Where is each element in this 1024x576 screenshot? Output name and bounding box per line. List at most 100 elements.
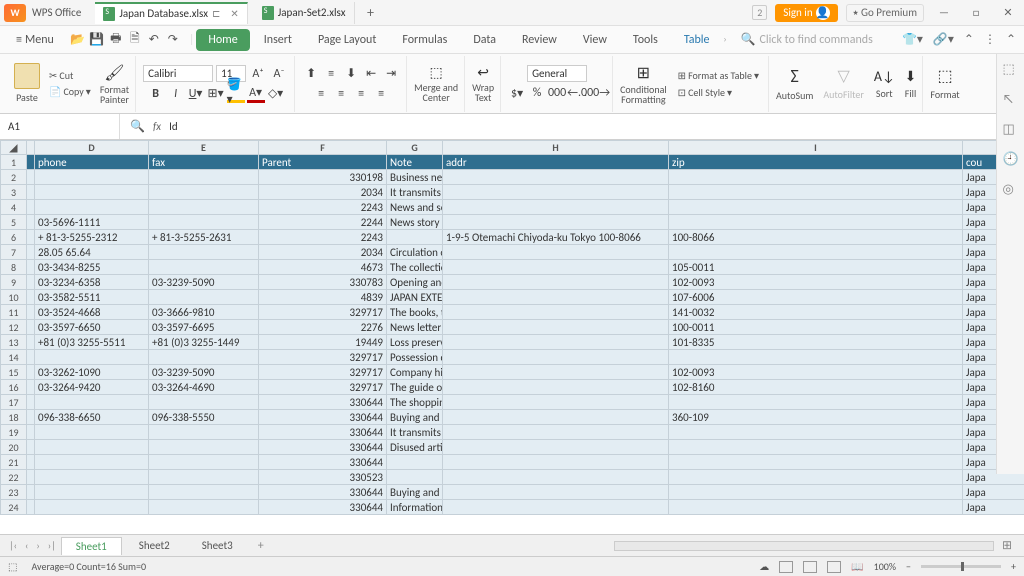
add-tab-button[interactable]: + <box>361 4 381 21</box>
print-icon[interactable]: 🖶 <box>108 32 124 48</box>
cell[interactable] <box>35 470 149 485</box>
cell[interactable]: 03-3597-6695 <box>149 320 259 335</box>
decrease-font-icon[interactable]: A⁻ <box>270 65 288 83</box>
cell[interactable] <box>443 290 669 305</box>
cell[interactable] <box>669 245 963 260</box>
cell[interactable]: Disused article recycling bulletin board… <box>387 440 443 455</box>
fill-icon[interactable]: ⬇ <box>905 68 917 85</box>
cell[interactable]: 141-0032 <box>669 305 963 320</box>
cell[interactable]: Circulation of money, information provid… <box>387 245 443 260</box>
clear-format-button[interactable]: ◇▾ <box>267 85 285 103</box>
cell[interactable] <box>27 485 35 500</box>
cell[interactable]: 4839 <box>259 290 387 305</box>
cell[interactable] <box>443 365 669 380</box>
cell[interactable] <box>149 485 259 500</box>
collapse-ribbon-icon[interactable]: ⌃ <box>964 32 974 47</box>
border-button[interactable]: ⊞▾ <box>207 85 225 103</box>
italic-button[interactable]: I <box>167 85 185 103</box>
cell[interactable]: 102-0093 <box>669 365 963 380</box>
row-header[interactable]: 17 <box>1 395 27 410</box>
number-format-select[interactable]: General <box>527 65 587 82</box>
spreadsheet-grid[interactable]: ◢DEFGHIJ1phonefaxParentNoteaddrzipcou233… <box>0 140 1024 534</box>
cell[interactable] <box>27 275 35 290</box>
comma-icon[interactable]: 000 <box>548 84 566 102</box>
cell[interactable]: Japa <box>963 485 1024 500</box>
more-icon[interactable]: ⋮ <box>984 32 996 47</box>
autosum-icon[interactable]: Σ <box>791 65 799 87</box>
cell[interactable] <box>27 305 35 320</box>
tab-view[interactable]: View <box>571 29 619 51</box>
sort-icon[interactable]: A↓ <box>874 68 895 85</box>
cell[interactable]: 2034 <box>259 245 387 260</box>
cell[interactable] <box>149 425 259 440</box>
cell[interactable]: 4673 <box>259 260 387 275</box>
cell[interactable]: + 81-3-5255-2631 <box>149 230 259 245</box>
filter-icon[interactable]: ▽ <box>837 66 849 86</box>
skin-icon[interactable]: 👕▾ <box>902 32 923 47</box>
paste-icon[interactable] <box>14 63 40 89</box>
cell[interactable] <box>443 455 669 470</box>
cell[interactable]: 330644 <box>259 410 387 425</box>
close-tab-1-icon[interactable]: ✕ <box>230 7 238 20</box>
cell[interactable] <box>443 425 669 440</box>
cell[interactable] <box>27 365 35 380</box>
tab-review[interactable]: Review <box>510 29 569 51</box>
cell[interactable] <box>35 200 149 215</box>
cell[interactable]: 330644 <box>259 425 387 440</box>
conditional-formatting-button[interactable]: Conditional Formatting <box>620 85 667 105</box>
cell[interactable] <box>27 455 35 470</box>
align-right-icon[interactable]: ≡ <box>352 85 370 103</box>
row-header[interactable]: 6 <box>1 230 27 245</box>
cell[interactable]: 03-3666-9810 <box>149 305 259 320</box>
cell[interactable]: 330644 <box>259 395 387 410</box>
name-box[interactable]: A1 <box>0 114 120 139</box>
cell[interactable] <box>27 470 35 485</box>
cell[interactable] <box>35 185 149 200</box>
header-parent[interactable]: Parent <box>259 155 387 170</box>
wrap-button[interactable]: Wrap Text <box>472 83 494 103</box>
wrap-icon[interactable]: ↩ <box>477 64 489 81</box>
tab-table[interactable]: Table <box>672 29 722 51</box>
cell[interactable]: Buying and selling information summary. … <box>387 485 443 500</box>
horizontal-scrollbar[interactable] <box>614 541 994 551</box>
cell[interactable] <box>149 260 259 275</box>
cell[interactable] <box>443 275 669 290</box>
cell[interactable]: 2243 <box>259 200 387 215</box>
cell[interactable]: 329717 <box>259 305 387 320</box>
col-header-E[interactable]: E <box>149 141 259 155</box>
redo-icon[interactable]: ↷ <box>165 32 181 48</box>
cell[interactable]: 330523 <box>259 470 387 485</box>
cell[interactable]: 19449 <box>259 335 387 350</box>
cell[interactable]: 03-3264-9420 <box>35 380 149 395</box>
cell[interactable] <box>27 155 35 170</box>
font-select[interactable]: Calibri <box>143 65 213 82</box>
maximize-button[interactable]: □ <box>964 6 988 19</box>
tab-data[interactable]: Data <box>461 29 508 51</box>
go-premium-button[interactable]: ⭑ Go Premium <box>846 4 924 22</box>
cell[interactable]: 102-0093 <box>669 275 963 290</box>
header-fax[interactable]: fax <box>149 155 259 170</box>
col-header-G[interactable]: G <box>387 141 443 155</box>
cell[interactable] <box>35 350 149 365</box>
cell[interactable]: 330783 <box>259 275 387 290</box>
cell[interactable]: 330644 <box>259 500 387 515</box>
decrease-decimal-icon[interactable]: .00→ <box>588 84 606 102</box>
col-header-D[interactable]: D <box>35 141 149 155</box>
cell[interactable] <box>27 395 35 410</box>
sheet-options-icon[interactable]: ⊞ <box>996 538 1018 553</box>
cell[interactable]: 096-338-5550 <box>149 410 259 425</box>
format-button[interactable]: Format <box>930 88 959 101</box>
underline-button[interactable]: U▾ <box>187 85 205 103</box>
cell[interactable] <box>27 215 35 230</box>
cell[interactable] <box>443 200 669 215</box>
paste-button[interactable]: Paste <box>16 91 38 104</box>
undo-icon[interactable]: ↶ <box>146 32 162 48</box>
col-header-I[interactable]: I <box>669 141 963 155</box>
cell[interactable] <box>443 395 669 410</box>
tab-formulas[interactable]: Formulas <box>390 29 459 51</box>
row-header[interactable]: 10 <box>1 290 27 305</box>
cell[interactable]: 03-3239-5090 <box>149 275 259 290</box>
align-center-icon[interactable]: ≡ <box>332 85 350 103</box>
cell[interactable] <box>27 290 35 305</box>
fill-color-button[interactable]: 🪣▾ <box>227 85 245 103</box>
